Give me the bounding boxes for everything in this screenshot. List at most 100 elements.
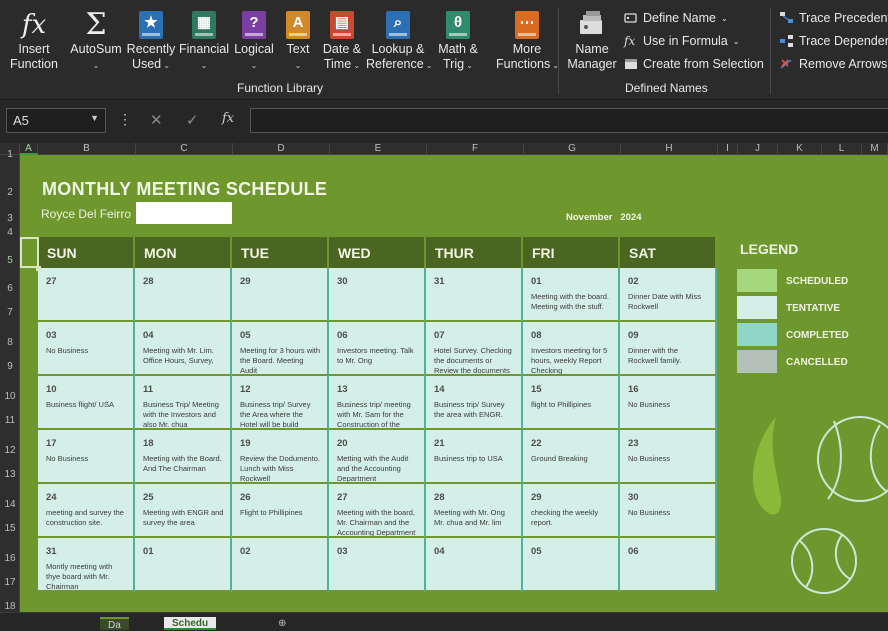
calendar-day-cell[interactable]: 13 Business trip/ meeting with Mr. Sam fo… — [329, 376, 426, 430]
text-button[interactable]: A Text ⌄ — [280, 6, 316, 73]
row-header[interactable]: 15 — [0, 523, 20, 534]
cancel-icon[interactable]: ✕ — [150, 111, 163, 129]
calendar-day-cell[interactable]: 16 No Business — [620, 376, 717, 430]
formula-input[interactable] — [250, 108, 888, 133]
date-time-button[interactable]: ▤ Date & Time ⌄ — [320, 6, 364, 73]
row-header[interactable]: 18 — [0, 601, 20, 612]
row-header[interactable]: 4 — [0, 227, 20, 238]
calendar-day-cell[interactable]: 04 Meeting with Mr. Lim. Office Hours, Su… — [135, 322, 232, 376]
column-header[interactable]: J — [738, 143, 778, 155]
calendar-day-cell[interactable]: 27 Meeting with the board, Mr. Chairman a… — [329, 484, 426, 538]
column-header[interactable]: E — [330, 143, 427, 155]
name-manager-button[interactable]: Name Manager — [566, 6, 618, 72]
calendar-day-cell[interactable]: 30 — [329, 268, 426, 322]
lookup-reference-button[interactable]: ⌕ Lookup & Reference ⌄ — [366, 6, 433, 73]
calendar-day-cell[interactable]: 29 checking the weekly report. — [523, 484, 620, 538]
calendar-day-cell[interactable]: 26 Flight to Phillipines — [232, 484, 329, 538]
fx-icon[interactable]: fx — [222, 111, 234, 126]
name-box[interactable]: A5 ▼ — [6, 108, 106, 133]
sheet-tab-active[interactable]: Schedu — [164, 617, 217, 630]
row-header[interactable]: 7 — [0, 307, 20, 318]
calendar-day-cell[interactable]: 31 Montly meeting with thye board with Mr… — [38, 538, 135, 592]
calendar-day-cell[interactable]: 02 — [232, 538, 329, 592]
trace-precedents-button[interactable]: Trace Precedents — [780, 11, 888, 25]
calendar-day-cell[interactable]: 11 Business Trip/ Meeting with the Invest… — [135, 376, 232, 430]
owner-input-cell[interactable] — [136, 202, 232, 224]
autosum-button[interactable]: Σ AutoSum ⌄ — [68, 6, 124, 73]
calendar-day-cell[interactable]: 01 Meeting with the board. Meeting with t… — [523, 268, 620, 322]
calendar-day-cell[interactable]: 14 Business trip/ Survey the area with EN… — [426, 376, 523, 430]
calendar-day-cell[interactable]: 30 No Business — [620, 484, 717, 538]
column-header[interactable]: I — [718, 143, 738, 155]
calendar-day-cell[interactable]: 02 Dinner Date with Miss Rockwell — [620, 268, 717, 322]
column-header[interactable]: C — [136, 143, 233, 155]
more-options-icon[interactable]: ⋮ — [118, 111, 132, 128]
remove-arrows-button[interactable]: Remove Arrows — [780, 57, 887, 71]
calendar-day-cell[interactable]: 28 Meeting with Mr. Ong Mr. chua and Mr. … — [426, 484, 523, 538]
calendar-day-cell[interactable]: 06 — [620, 538, 717, 592]
calendar-day-cell[interactable]: 04 — [426, 538, 523, 592]
financial-button[interactable]: ▦ Financial ⌄ — [178, 6, 230, 73]
column-header[interactable]: B — [38, 143, 136, 155]
row-header[interactable]: 11 — [0, 415, 20, 426]
row-header[interactable]: 9 — [0, 361, 20, 372]
calendar-day-cell[interactable]: 15 flight to Phillipines — [523, 376, 620, 430]
calendar-day-cell[interactable]: 24 meeting and survey the construction si… — [38, 484, 135, 538]
column-header[interactable]: D — [233, 143, 330, 155]
row-header[interactable]: 2 — [0, 187, 20, 198]
use-in-formula-button[interactable]: fx Use in Formula ⌄ — [624, 34, 739, 48]
row-header[interactable]: 17 — [0, 577, 20, 588]
math-trig-button[interactable]: θ Math & Trig ⌄ — [434, 6, 482, 73]
calendar-day-cell[interactable]: 27 — [38, 268, 135, 322]
calendar-day-cell[interactable]: 05 Meeting for 3 hours with the Board. Me… — [232, 322, 329, 376]
row-header[interactable]: 16 — [0, 553, 20, 564]
more-functions-button[interactable]: ⋯ More Functions ⌄ — [496, 6, 559, 73]
row-header[interactable]: 6 — [0, 283, 20, 294]
calendar-day-cell[interactable]: 18 Meeting with the Board. And The Chairm… — [135, 430, 232, 484]
row-header[interactable]: 3 — [0, 213, 20, 224]
column-header[interactable]: G — [524, 143, 621, 155]
recently-used-button[interactable]: ★ Recently Used ⌄ — [124, 6, 178, 73]
calendar-day-cell[interactable]: 31 — [426, 268, 523, 322]
calendar-day-cell[interactable]: 06 Investors meeting. Talk to Mr. Ong — [329, 322, 426, 376]
calendar-day-cell[interactable]: 12 Business trip/ Survey the Area where t… — [232, 376, 329, 430]
row-header[interactable]: 12 — [0, 445, 20, 456]
calendar-day-cell[interactable]: 09 Dinner with the Rockwell family. — [620, 322, 717, 376]
row-header[interactable]: 5 — [0, 255, 20, 266]
create-from-selection-button[interactable]: Create from Selection — [624, 57, 764, 71]
row-header[interactable]: 13 — [0, 469, 20, 480]
calendar-day-cell[interactable]: 28 — [135, 268, 232, 322]
trace-dependents-button[interactable]: Trace Dependents — [780, 34, 888, 48]
column-header[interactable]: K — [778, 143, 822, 155]
add-sheet-icon[interactable]: ⊕ — [270, 617, 294, 630]
calendar-day-cell[interactable]: 17 No Business — [38, 430, 135, 484]
calendar-day-cell[interactable]: 23 No Business — [620, 430, 717, 484]
calendar-day-cell[interactable]: 03 — [329, 538, 426, 592]
sheet-tab[interactable]: Da — [100, 617, 129, 631]
calendar-day-cell[interactable]: 03 No Business — [38, 322, 135, 376]
row-header[interactable]: 1 — [0, 149, 20, 160]
define-name-button[interactable]: Define Name ⌄ — [624, 11, 728, 25]
calendar-day-cell[interactable]: 29 — [232, 268, 329, 322]
row-header[interactable]: 10 — [0, 391, 20, 402]
row-header[interactable]: 8 — [0, 337, 20, 348]
check-icon[interactable]: ✓ — [186, 111, 199, 129]
logical-button[interactable]: ? Logical ⌄ — [232, 6, 276, 73]
calendar-day-cell[interactable]: 01 — [135, 538, 232, 592]
column-header[interactable]: F — [427, 143, 524, 155]
calendar-day-cell[interactable]: 22 Ground Breaking — [523, 430, 620, 484]
worksheet[interactable]: MONTHLY MEETING SCHEDULE Royce Del Feirr… — [20, 155, 888, 612]
calendar-day-cell[interactable]: 08 Investors meeting for 5 hours, weekly … — [523, 322, 620, 376]
column-header[interactable]: H — [621, 143, 718, 155]
selected-cell[interactable] — [20, 237, 39, 268]
calendar-day-cell[interactable]: 05 — [523, 538, 620, 592]
calendar-day-cell[interactable]: 25 Meeting with ENGR and survey the area — [135, 484, 232, 538]
calendar-day-cell[interactable]: 19 Review the Dodumento. Lunch with Miss … — [232, 430, 329, 484]
calendar-day-cell[interactable]: 10 Business flight/ USA — [38, 376, 135, 430]
fill-handle[interactable] — [36, 266, 41, 271]
calendar-day-cell[interactable]: 07 Hotel Survey. Checking the documents o… — [426, 322, 523, 376]
row-header[interactable]: 14 — [0, 499, 20, 510]
column-header[interactable]: M — [862, 143, 888, 155]
column-header[interactable]: A — [20, 143, 38, 155]
calendar-day-cell[interactable]: 21 Business trip to USA — [426, 430, 523, 484]
